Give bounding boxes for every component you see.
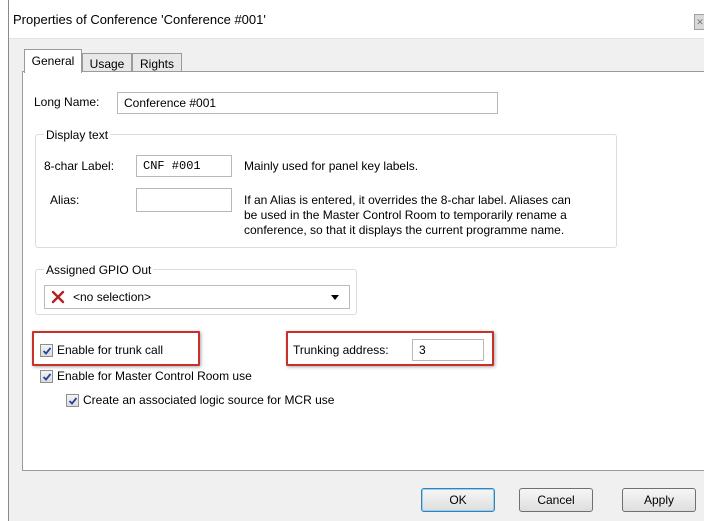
long-name-input[interactable]: Conference #001 bbox=[117, 92, 498, 114]
cancel-button-label: Cancel bbox=[537, 493, 575, 507]
title-bar: Properties of Conference 'Conference #00… bbox=[9, 0, 704, 39]
alias-hint-line-3: conference, so that it displays the curr… bbox=[244, 223, 565, 237]
tab-usage[interactable]: Usage bbox=[82, 53, 132, 73]
mcr-label: Enable for Master Control Room use bbox=[57, 369, 252, 383]
general-tab-panel: Long Name: Conference #001 Display text … bbox=[22, 71, 704, 471]
tab-usage-label: Usage bbox=[89, 57, 125, 71]
cancel-button[interactable]: Cancel bbox=[519, 488, 593, 512]
tab-general[interactable]: General bbox=[24, 49, 82, 73]
chevron-down-icon[interactable] bbox=[331, 295, 339, 300]
tab-rights[interactable]: Rights bbox=[132, 53, 182, 73]
mcr-checkbox[interactable] bbox=[40, 370, 53, 383]
trunk-call-highlight bbox=[32, 331, 200, 366]
gpio-dropdown[interactable]: <no selection> bbox=[44, 285, 350, 309]
gpio-selected-value: <no selection> bbox=[73, 290, 152, 304]
checkmark-icon bbox=[42, 373, 52, 381]
ok-button[interactable]: OK bbox=[421, 488, 495, 512]
eight-char-label: 8-char Label: bbox=[44, 159, 115, 173]
dialog-footer: OK Cancel Apply bbox=[9, 472, 704, 521]
alias-hint-line-1: If an Alias is entered, it overrides the… bbox=[244, 193, 571, 207]
checkmark-icon bbox=[68, 397, 78, 405]
display-text-group-label: Display text bbox=[44, 128, 111, 142]
eight-char-input[interactable]: CNF #001 bbox=[136, 155, 232, 177]
gpio-group-label: Assigned GPIO Out bbox=[44, 263, 154, 277]
apply-button-label: Apply bbox=[643, 493, 675, 507]
alias-label: Alias: bbox=[50, 193, 80, 207]
tab-rights-label: Rights bbox=[139, 57, 174, 71]
apply-button[interactable]: Apply bbox=[622, 488, 696, 512]
logic-source-label: Create an associated logic source for MC… bbox=[83, 393, 335, 407]
trunking-address-highlight bbox=[286, 331, 494, 366]
alias-input[interactable] bbox=[136, 188, 232, 212]
long-name-label: Long Name: bbox=[34, 95, 100, 109]
logic-source-checkbox[interactable] bbox=[66, 394, 79, 407]
red-x-icon bbox=[51, 290, 65, 304]
eight-char-hint: Mainly used for panel key labels. bbox=[244, 159, 419, 173]
alias-hint: If an Alias is entered, it overrides the… bbox=[244, 193, 571, 238]
ok-button-label: OK bbox=[449, 493, 467, 507]
close-icon[interactable]: ✕ bbox=[694, 14, 704, 30]
window-title: Properties of Conference 'Conference #00… bbox=[13, 12, 266, 27]
alias-hint-line-2: be used in the Master Control Room to te… bbox=[244, 208, 567, 222]
tab-general-label: General bbox=[31, 54, 75, 68]
properties-dialog: Properties of Conference 'Conference #00… bbox=[8, 0, 704, 521]
